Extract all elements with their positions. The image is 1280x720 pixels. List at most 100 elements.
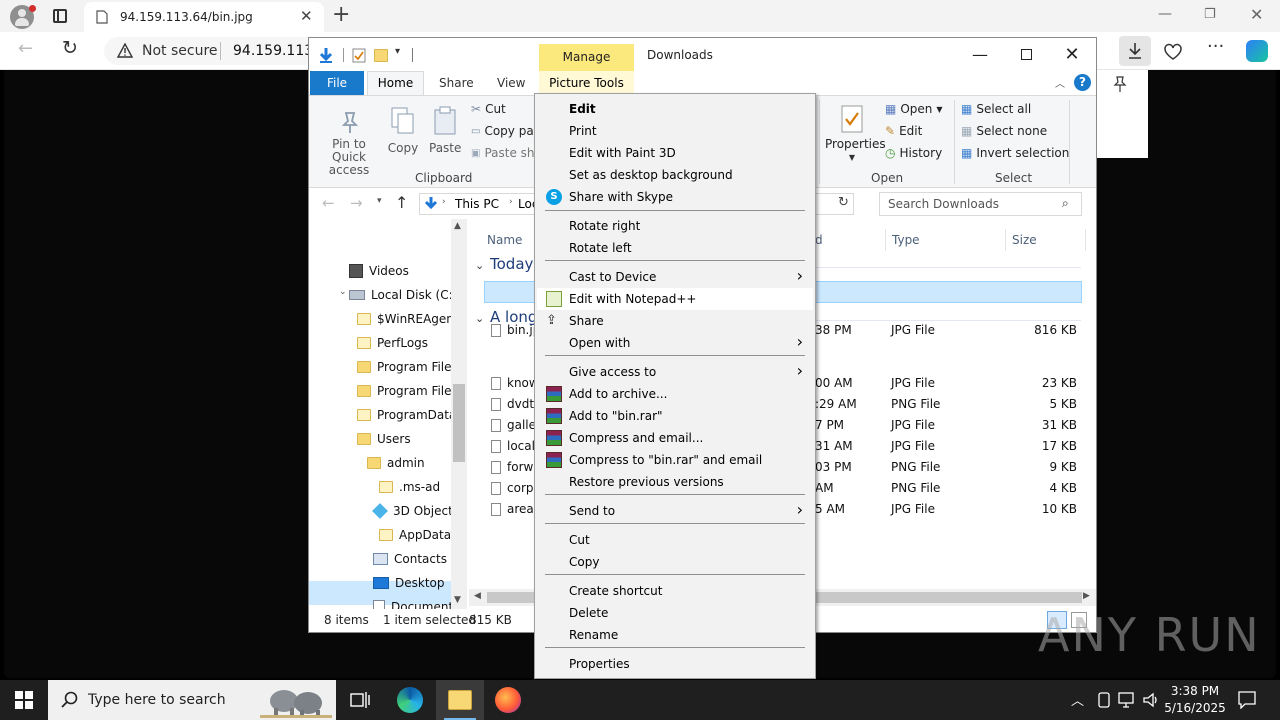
not-secure-label[interactable]: Not secure [142, 43, 218, 59]
tree-item[interactable]: PerfLogs [357, 332, 428, 354]
tree-item[interactable]: .ms-ad [379, 476, 440, 498]
group-today[interactable]: Today [490, 255, 533, 273]
tab-actions-icon[interactable] [53, 9, 67, 23]
tree-item[interactable]: Contacts [373, 548, 447, 570]
recent-locations-icon[interactable]: ▾ [377, 196, 382, 206]
firefox-taskbar-button[interactable] [484, 680, 532, 720]
browser-tab[interactable]: 94.159.113.64/bin.jpg ✕ [84, 2, 324, 32]
invert-selection-button[interactable]: ▦ Invert selection [961, 146, 1069, 160]
tree-item[interactable]: admin [367, 452, 425, 474]
url-text[interactable]: 94.159.113.6 [233, 43, 309, 59]
copy-path-button[interactable]: ▭ Copy pat [471, 124, 538, 138]
close-tab-icon[interactable]: ✕ [300, 7, 313, 25]
tree-item[interactable]: Users [357, 428, 411, 450]
menu-item[interactable]: Give access to › [537, 361, 813, 383]
tree-item[interactable]: 3D Objects [372, 500, 459, 522]
menu-item[interactable]: Compress and email... [537, 427, 813, 449]
minimize-icon[interactable]: — [957, 38, 1003, 71]
network-icon[interactable] [1118, 692, 1136, 708]
up-icon[interactable]: ↑ [395, 193, 408, 212]
pin-to-quick-access-button[interactable]: Pin to Quick access [315, 102, 383, 177]
tree-item[interactable]: Desktop [373, 572, 445, 594]
restore-browser-icon[interactable]: ❐ [1204, 7, 1216, 22]
collapse-ribbon-icon[interactable]: ︿ [1055, 75, 1065, 90]
notifications-icon[interactable] [1238, 691, 1256, 709]
menu-item[interactable]: Delete [537, 602, 813, 624]
downloads-button[interactable] [1119, 36, 1151, 66]
menu-item[interactable]: Add to "bin.rar" [537, 405, 813, 427]
menu-item[interactable]: Edit with Notepad++ [537, 288, 813, 310]
tab-file[interactable]: File [310, 71, 364, 95]
search-downloads-input[interactable]: Search Downloads ⌕ [879, 192, 1082, 216]
paste-button[interactable]: Paste [429, 102, 461, 155]
menu-item[interactable]: Send to › [537, 500, 813, 522]
new-folder-qat-icon[interactable] [374, 49, 388, 62]
address-dropdown[interactable]: ↻ [814, 193, 854, 215]
tree-item[interactable]: AppData [379, 524, 451, 546]
cut-button[interactable]: ✂ Cut [471, 102, 506, 116]
menu-item[interactable]: Cast to Device › [537, 266, 813, 288]
explorer-address-box[interactable]: › This PC › Loc [419, 193, 539, 215]
column-name[interactable]: Name [487, 233, 522, 247]
qat-dropdown-icon[interactable]: ▾ [395, 46, 400, 57]
help-icon[interactable]: ? [1074, 74, 1091, 91]
minimize-browser-icon[interactable]: — [1158, 6, 1172, 22]
close-browser-icon[interactable]: ✕ [1250, 5, 1263, 24]
tab-view[interactable]: View [497, 76, 525, 90]
tree-item[interactable]: Documents [373, 596, 459, 609]
menu-item[interactable]: Edit with Paint 3D [537, 142, 813, 164]
tree-item[interactable]: ProgramData [357, 404, 456, 426]
menu-item[interactable]: Set as desktop background [537, 164, 813, 186]
menu-item[interactable]: Properties [537, 653, 813, 675]
nav-scroll-thumb[interactable] [453, 384, 465, 462]
menu-item[interactable]: Create shortcut [537, 580, 813, 602]
properties-qat-icon[interactable] [352, 48, 366, 63]
select-none-button[interactable]: ▦ Select none [961, 124, 1047, 138]
menu-item[interactable]: Edit [537, 98, 813, 120]
menu-item[interactable]: Cut [537, 529, 813, 551]
column-modified[interactable]: d [815, 233, 823, 247]
menu-item[interactable]: Rename [537, 624, 813, 646]
column-size[interactable]: Size [1012, 233, 1037, 247]
tab-share[interactable]: Share [439, 76, 474, 90]
taskbar-search[interactable]: Type here to search [48, 680, 336, 720]
copy-button[interactable]: Copy [387, 102, 419, 155]
properties-button[interactable]: Properties ▼ [825, 102, 886, 164]
paste-shortcut-button[interactable]: ▣ Paste sho [471, 146, 542, 160]
start-button[interactable] [0, 680, 48, 720]
show-hidden-icons[interactable]: ︿ [1071, 690, 1084, 709]
browser-essentials-icon[interactable] [1163, 41, 1183, 61]
menu-item[interactable]: Rotate right [537, 215, 813, 237]
open-button[interactable]: ▦ Open ▼ [885, 102, 943, 116]
tab-home[interactable]: Home [367, 71, 424, 95]
device-icon[interactable] [1096, 692, 1112, 708]
warning-icon[interactable] [117, 43, 133, 58]
breadcrumb-this-pc[interactable]: This PC [455, 197, 499, 211]
menu-item[interactable]: Copy [537, 551, 813, 573]
menu-item[interactable]: ⇪ Share [537, 310, 813, 332]
refresh-icon[interactable]: ↻ [62, 37, 78, 59]
group-collapse-icon[interactable]: ⌄ [475, 259, 484, 272]
select-all-button[interactable]: ▦ Select all [961, 102, 1031, 116]
profile-avatar[interactable] [10, 5, 36, 29]
nav-forward-icon[interactable]: → [350, 194, 363, 212]
edit-button[interactable]: ✎ Edit [885, 124, 922, 138]
maximize-icon[interactable] [1003, 38, 1049, 71]
menu-item[interactable]: Rotate left [537, 237, 813, 259]
menu-item[interactable]: S Share with Skype [537, 186, 813, 208]
menu-item[interactable]: Print [537, 120, 813, 142]
tree-item[interactable]: Videos [349, 260, 409, 282]
system-clock[interactable]: 3:38 PM 5/16/2025 [1158, 683, 1232, 717]
expand-icon[interactable]: ⌄ [339, 287, 347, 297]
group-collapse-icon[interactable]: ⌄ [475, 312, 484, 325]
explorer-taskbar-button[interactable] [436, 680, 484, 720]
edge-taskbar-button[interactable] [386, 680, 434, 720]
more-options-icon[interactable]: ··· [1207, 36, 1224, 57]
history-button[interactable]: ◷ History [885, 146, 942, 160]
nav-back-icon[interactable]: ← [322, 194, 335, 212]
tab-picture-tools[interactable]: Picture Tools [539, 71, 634, 95]
tree-item[interactable]: Program Files [357, 380, 458, 402]
copilot-icon[interactable] [1246, 40, 1268, 62]
menu-item[interactable]: Add to archive... [537, 383, 813, 405]
group-long-ago[interactable]: A long [490, 308, 537, 326]
